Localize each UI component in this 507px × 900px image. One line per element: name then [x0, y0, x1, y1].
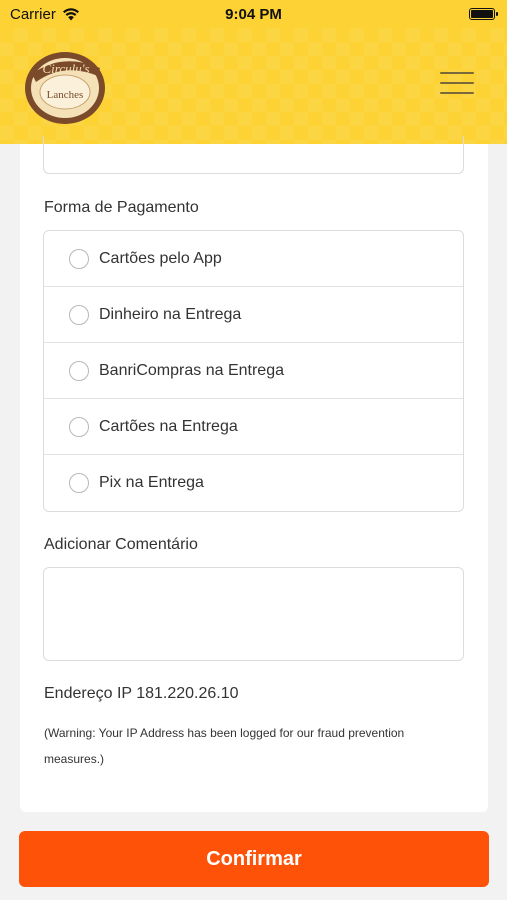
- carrier-label: Carrier: [10, 5, 56, 23]
- payment-option-cartoes-entrega[interactable]: Cartões na Entrega: [44, 399, 463, 455]
- payment-option-label: Dinheiro na Entrega: [99, 305, 242, 323]
- status-bar: Carrier 9:04 PM: [0, 0, 507, 28]
- payment-method-label: Forma de Pagamento: [44, 199, 199, 216]
- svg-text:Circulu's: Circulu's: [42, 61, 89, 76]
- payment-option-pix[interactable]: Pix na Entrega: [44, 455, 463, 511]
- payment-options-list: Cartões pelo App Dinheiro na Entrega Ban…: [43, 230, 464, 512]
- payment-option-label: BanriCompras na Entrega: [99, 361, 284, 379]
- comment-input[interactable]: [43, 567, 464, 661]
- payment-option-banricompras[interactable]: BanriCompras na Entrega: [44, 343, 463, 399]
- radio-icon[interactable]: [69, 473, 89, 493]
- radio-icon[interactable]: [69, 248, 89, 269]
- checkout-card: Forma de Pagamento Cartões pelo App Dinh…: [20, 136, 488, 812]
- battery-icon: [469, 8, 498, 20]
- radio-icon[interactable]: [69, 304, 89, 325]
- payment-option-cartoes-app[interactable]: Cartões pelo App: [44, 231, 463, 287]
- hamburger-menu-icon[interactable]: [440, 72, 474, 100]
- payment-option-label: Cartões na Entrega: [99, 417, 238, 435]
- payment-option-label: Cartões pelo App: [99, 249, 222, 267]
- ip-address-text: Endereço IP 181.220.26.10: [44, 685, 239, 702]
- wifi-icon: [62, 7, 79, 20]
- ip-warning-text: (Warning: Your IP Address has been logge…: [44, 726, 405, 766]
- radio-icon[interactable]: [69, 360, 89, 381]
- confirm-button[interactable]: Confirmar: [19, 831, 489, 887]
- circulus-logo[interactable]: Circulu's Lanches: [22, 46, 112, 126]
- payment-option-dinheiro[interactable]: Dinheiro na Entrega: [44, 287, 463, 343]
- previous-input-field[interactable]: [43, 136, 464, 174]
- app-header: Circulu's Lanches: [0, 28, 507, 144]
- radio-icon[interactable]: [69, 416, 89, 437]
- status-left: Carrier: [10, 6, 80, 23]
- comment-label: Adicionar Comentário: [44, 536, 198, 553]
- svg-text:Lanches: Lanches: [47, 89, 84, 101]
- payment-option-label: Pix na Entrega: [99, 474, 204, 491]
